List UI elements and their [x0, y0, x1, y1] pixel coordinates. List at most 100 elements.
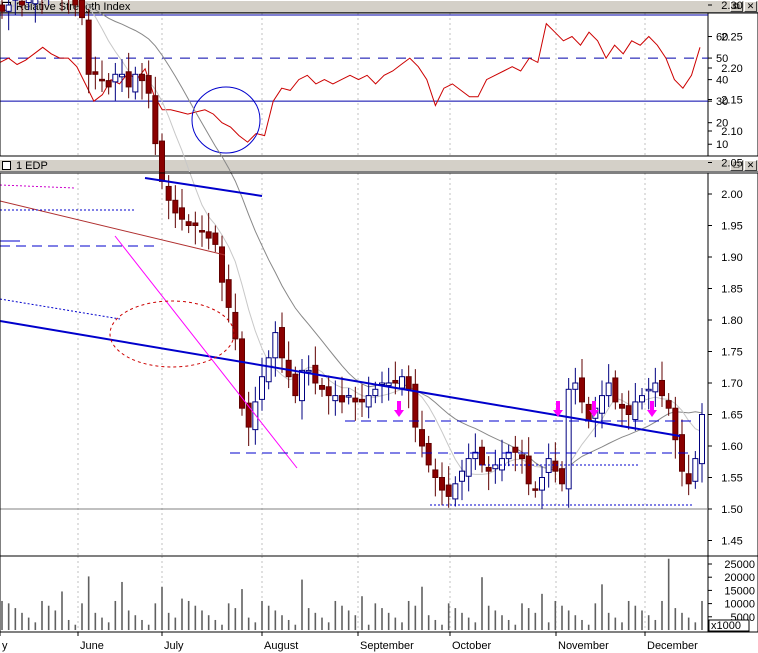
candle-body [465, 458, 472, 477]
candle-body [105, 80, 112, 88]
candle-body [699, 414, 705, 465]
candle-body [459, 470, 465, 482]
candle-body [499, 458, 505, 471]
x-month-label: August [264, 640, 298, 652]
candle-body [145, 75, 152, 94]
volume-panel: 500010000150002000025000x1000 [0, 555, 758, 633]
rsi-panel: 102030405060 [0, 12, 758, 157]
candle-body [685, 473, 692, 485]
candle-body [659, 379, 665, 397]
price-y-tick-label: 1.65 [721, 410, 742, 422]
candle-body [272, 332, 279, 359]
candle-body [172, 199, 179, 214]
price-y-tick-label: 1.80 [721, 315, 742, 327]
candle-body [585, 403, 592, 422]
candle-body [219, 246, 225, 283]
candle-body [359, 398, 365, 403]
candle-body [539, 477, 545, 491]
candle-body [252, 401, 259, 431]
candle-body [192, 222, 199, 226]
candle-body [599, 395, 605, 414]
candle-body [265, 357, 272, 383]
candle-body [612, 377, 619, 403]
candle-body [119, 73, 125, 78]
price-y-tick-label: 2.20 [721, 63, 742, 75]
chart-canvas: 102030405060 1.45 1.50 1.55 1.60 1.65 1.70 1.7… [0, 0, 758, 652]
candle-body [205, 231, 212, 239]
candle-body [125, 71, 132, 88]
volume-y-tick-label: 20000 [724, 572, 755, 584]
candle-body [25, 0, 32, 3]
candle-body [532, 488, 539, 491]
price-y-tick-label: 1.85 [721, 284, 742, 296]
candle-body [445, 484, 452, 497]
price-y-tick-label: 1.95 [721, 221, 742, 233]
candle-body [132, 73, 139, 93]
candle-body [392, 379, 399, 384]
candle-body [452, 483, 459, 500]
x-month-label: y [2, 640, 8, 652]
candle-body [332, 395, 339, 402]
candle-body [279, 327, 285, 359]
x-month-label: November [558, 640, 609, 652]
candle-body [579, 377, 585, 403]
price-y-tick-label: 1.90 [721, 252, 742, 264]
candle-body [379, 382, 385, 385]
candle-body [352, 397, 359, 403]
candle-body [645, 388, 652, 392]
candle-body [165, 185, 172, 201]
candle-body [259, 376, 265, 400]
candle-body [325, 386, 332, 397]
price-y-tick-label: 1.70 [721, 378, 742, 390]
candle-body [152, 95, 159, 145]
candle-body [439, 477, 445, 491]
price-y-tick-label: 2.10 [721, 126, 742, 138]
candle-body [512, 446, 519, 453]
candle-body [692, 458, 699, 482]
candle-body [572, 382, 579, 390]
candle-body [639, 395, 645, 403]
candle-body [559, 468, 565, 485]
candle-body [619, 403, 625, 409]
price-y-tick-label: 1.45 [721, 536, 742, 548]
candle-body [319, 385, 325, 390]
price-plot-area [0, 173, 758, 556]
candle-body [632, 401, 639, 421]
candle-body [419, 429, 425, 447]
candle-body [0, 4, 5, 12]
candle-body [212, 232, 219, 245]
candle-body [292, 373, 299, 397]
candle-body [399, 376, 405, 389]
candle-body [425, 442, 432, 466]
candle-body [605, 382, 612, 397]
price-y-tick-label: 2.00 [721, 189, 742, 201]
x-month-label: October [452, 640, 491, 652]
x-month-label: June [80, 640, 104, 652]
candle-body [72, 0, 79, 6]
candle-body [199, 230, 205, 233]
candle-body [365, 395, 372, 408]
candle-body [92, 71, 99, 75]
x-month-label: July [164, 640, 184, 652]
candle-body [185, 221, 192, 227]
candle-body [432, 469, 439, 479]
candle-body [565, 388, 572, 490]
price-y-tick-label: 1.50 [721, 504, 742, 516]
volume-unit-label: x1000 [711, 620, 741, 632]
x-month-label: September [360, 640, 414, 652]
candle-body [519, 454, 525, 460]
price-y-tick-label: 1.60 [721, 441, 742, 453]
volume-y-tick-label: 15000 [724, 585, 755, 597]
rsi-y-tick-label: 10 [716, 139, 728, 151]
price-y-tick-label: 1.55 [721, 473, 742, 485]
price-y-tick-label: 2.15 [721, 95, 742, 107]
price-y-tick-label: 1.75 [721, 347, 742, 359]
candle-body [485, 466, 492, 472]
volume-y-tick-label: 10000 [724, 599, 755, 611]
candle-body [79, 0, 85, 19]
candle-body [652, 382, 659, 393]
x-month-label: December [647, 640, 698, 652]
rsi-y-tick-label: 40 [716, 75, 728, 87]
volume-frame [0, 555, 758, 633]
candle-body [405, 376, 412, 390]
